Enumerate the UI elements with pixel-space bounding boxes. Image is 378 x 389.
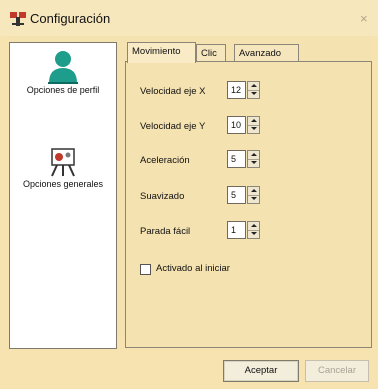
cancel-button[interactable]: Cancelar [305, 360, 369, 382]
sidebar-item-profile[interactable]: Opciones de perfil [10, 49, 116, 96]
tab-movement[interactable]: Movimiento [127, 42, 196, 63]
arrow-down-icon [251, 127, 257, 130]
easy-stop-input[interactable]: 1 [227, 221, 246, 239]
speed-y-down-button[interactable] [248, 125, 259, 133]
user-profile-icon [48, 51, 78, 84]
close-button[interactable]: × [360, 11, 368, 26]
easy-stop-down-button[interactable] [248, 230, 259, 238]
arrow-down-icon [251, 232, 257, 235]
speed-y-input[interactable]: 10 [227, 116, 246, 134]
speed-x-spinner [247, 81, 260, 99]
smoothing-spinner [247, 186, 260, 204]
arrow-down-icon [251, 92, 257, 95]
arrow-up-icon [251, 189, 257, 192]
general-options-icon [51, 148, 75, 177]
acceleration-spinner [247, 150, 260, 168]
easy-stop-spinner [247, 221, 260, 239]
speed-x-input[interactable]: 12 [227, 81, 246, 99]
activate-on-start-checkbox[interactable] [140, 264, 151, 275]
arrow-down-icon [251, 161, 257, 164]
speed-y-spinner [247, 116, 260, 134]
sidebar-item-general[interactable]: Opciones generales [10, 145, 116, 190]
arrow-up-icon [251, 153, 257, 156]
smoothing-input[interactable]: 5 [227, 186, 246, 204]
acceleration-input[interactable]: 5 [227, 150, 246, 168]
easy-stop-label: Parada fácil [140, 226, 191, 237]
tab-panel-movement [125, 61, 372, 348]
accept-button[interactable]: Aceptar [223, 360, 299, 382]
arrow-up-icon [251, 84, 257, 87]
sidebar-item-label: Opciones de perfil [26, 85, 100, 95]
window-title: Configuración [30, 11, 111, 26]
app-icon [10, 12, 26, 26]
speed-x-down-button[interactable] [248, 90, 259, 98]
speed-y-label: Velocidad eje Y [140, 121, 206, 132]
acceleration-label: Aceleración [140, 155, 190, 166]
speed-x-label: Velocidad eje X [140, 86, 206, 97]
title-bar: Configuración × [0, 0, 378, 36]
smoothing-down-button[interactable] [248, 195, 259, 203]
sidebar: Opciones de perfil Opciones generales [9, 42, 117, 349]
sidebar-item-label: Opciones generales [22, 179, 104, 189]
arrow-up-icon [251, 224, 257, 227]
arrow-down-icon [251, 197, 257, 200]
acceleration-down-button[interactable] [248, 159, 259, 167]
activate-on-start-label: Activado al iniciar [156, 263, 230, 274]
arrow-up-icon [251, 119, 257, 122]
smoothing-label: Suavizado [140, 191, 185, 202]
